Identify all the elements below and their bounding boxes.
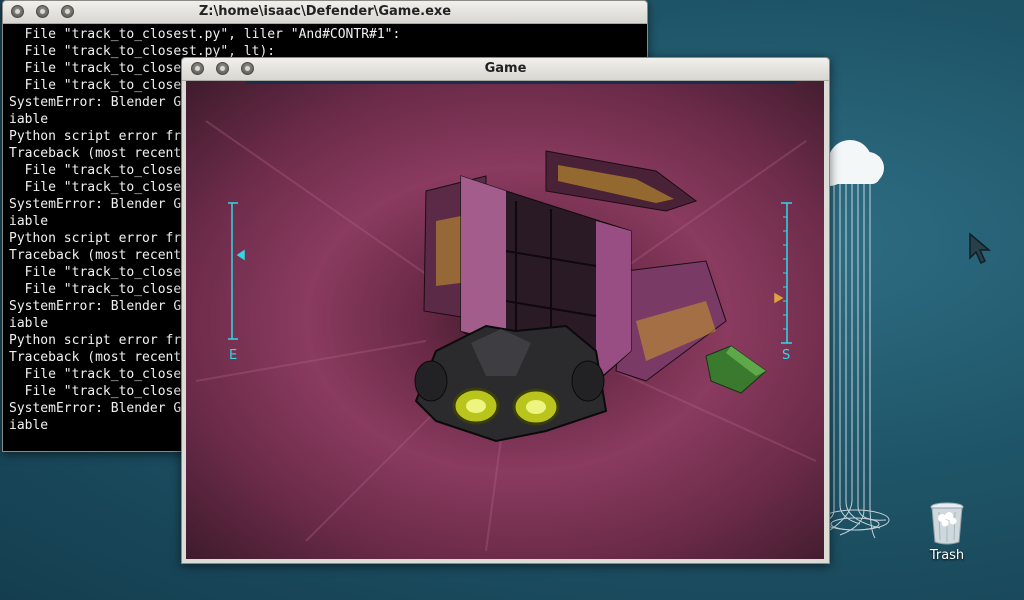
hud-left-label: E xyxy=(229,348,237,363)
mouse-pointer-icon xyxy=(969,232,992,265)
console-window-title: Z:\home\isaac\Defender\Game.exe xyxy=(198,4,452,19)
game-scene: E S xyxy=(195,81,817,552)
trash-desktop-icon[interactable]: Trash xyxy=(914,500,980,563)
hud-left-gauge xyxy=(228,202,245,340)
player-spaceship xyxy=(414,324,608,443)
game-window[interactable]: Game E S xyxy=(181,57,830,564)
hud-right-gauge xyxy=(774,202,792,344)
console-titlebar[interactable]: Z:\home\isaac\Defender\Game.exe xyxy=(3,1,647,24)
green-enemy-object xyxy=(705,345,767,394)
console-line: File "track_to_closest.py", liler "And#C… xyxy=(9,27,401,42)
game-titlebar[interactable]: Game xyxy=(182,58,829,81)
hud-right-label: S xyxy=(782,348,790,363)
scene-top-strip xyxy=(246,81,796,84)
trash-label: Trash xyxy=(929,548,965,563)
game-window-title: Game xyxy=(484,61,527,76)
game-viewport[interactable]: E S xyxy=(186,81,824,559)
trash-can-icon xyxy=(930,502,964,545)
